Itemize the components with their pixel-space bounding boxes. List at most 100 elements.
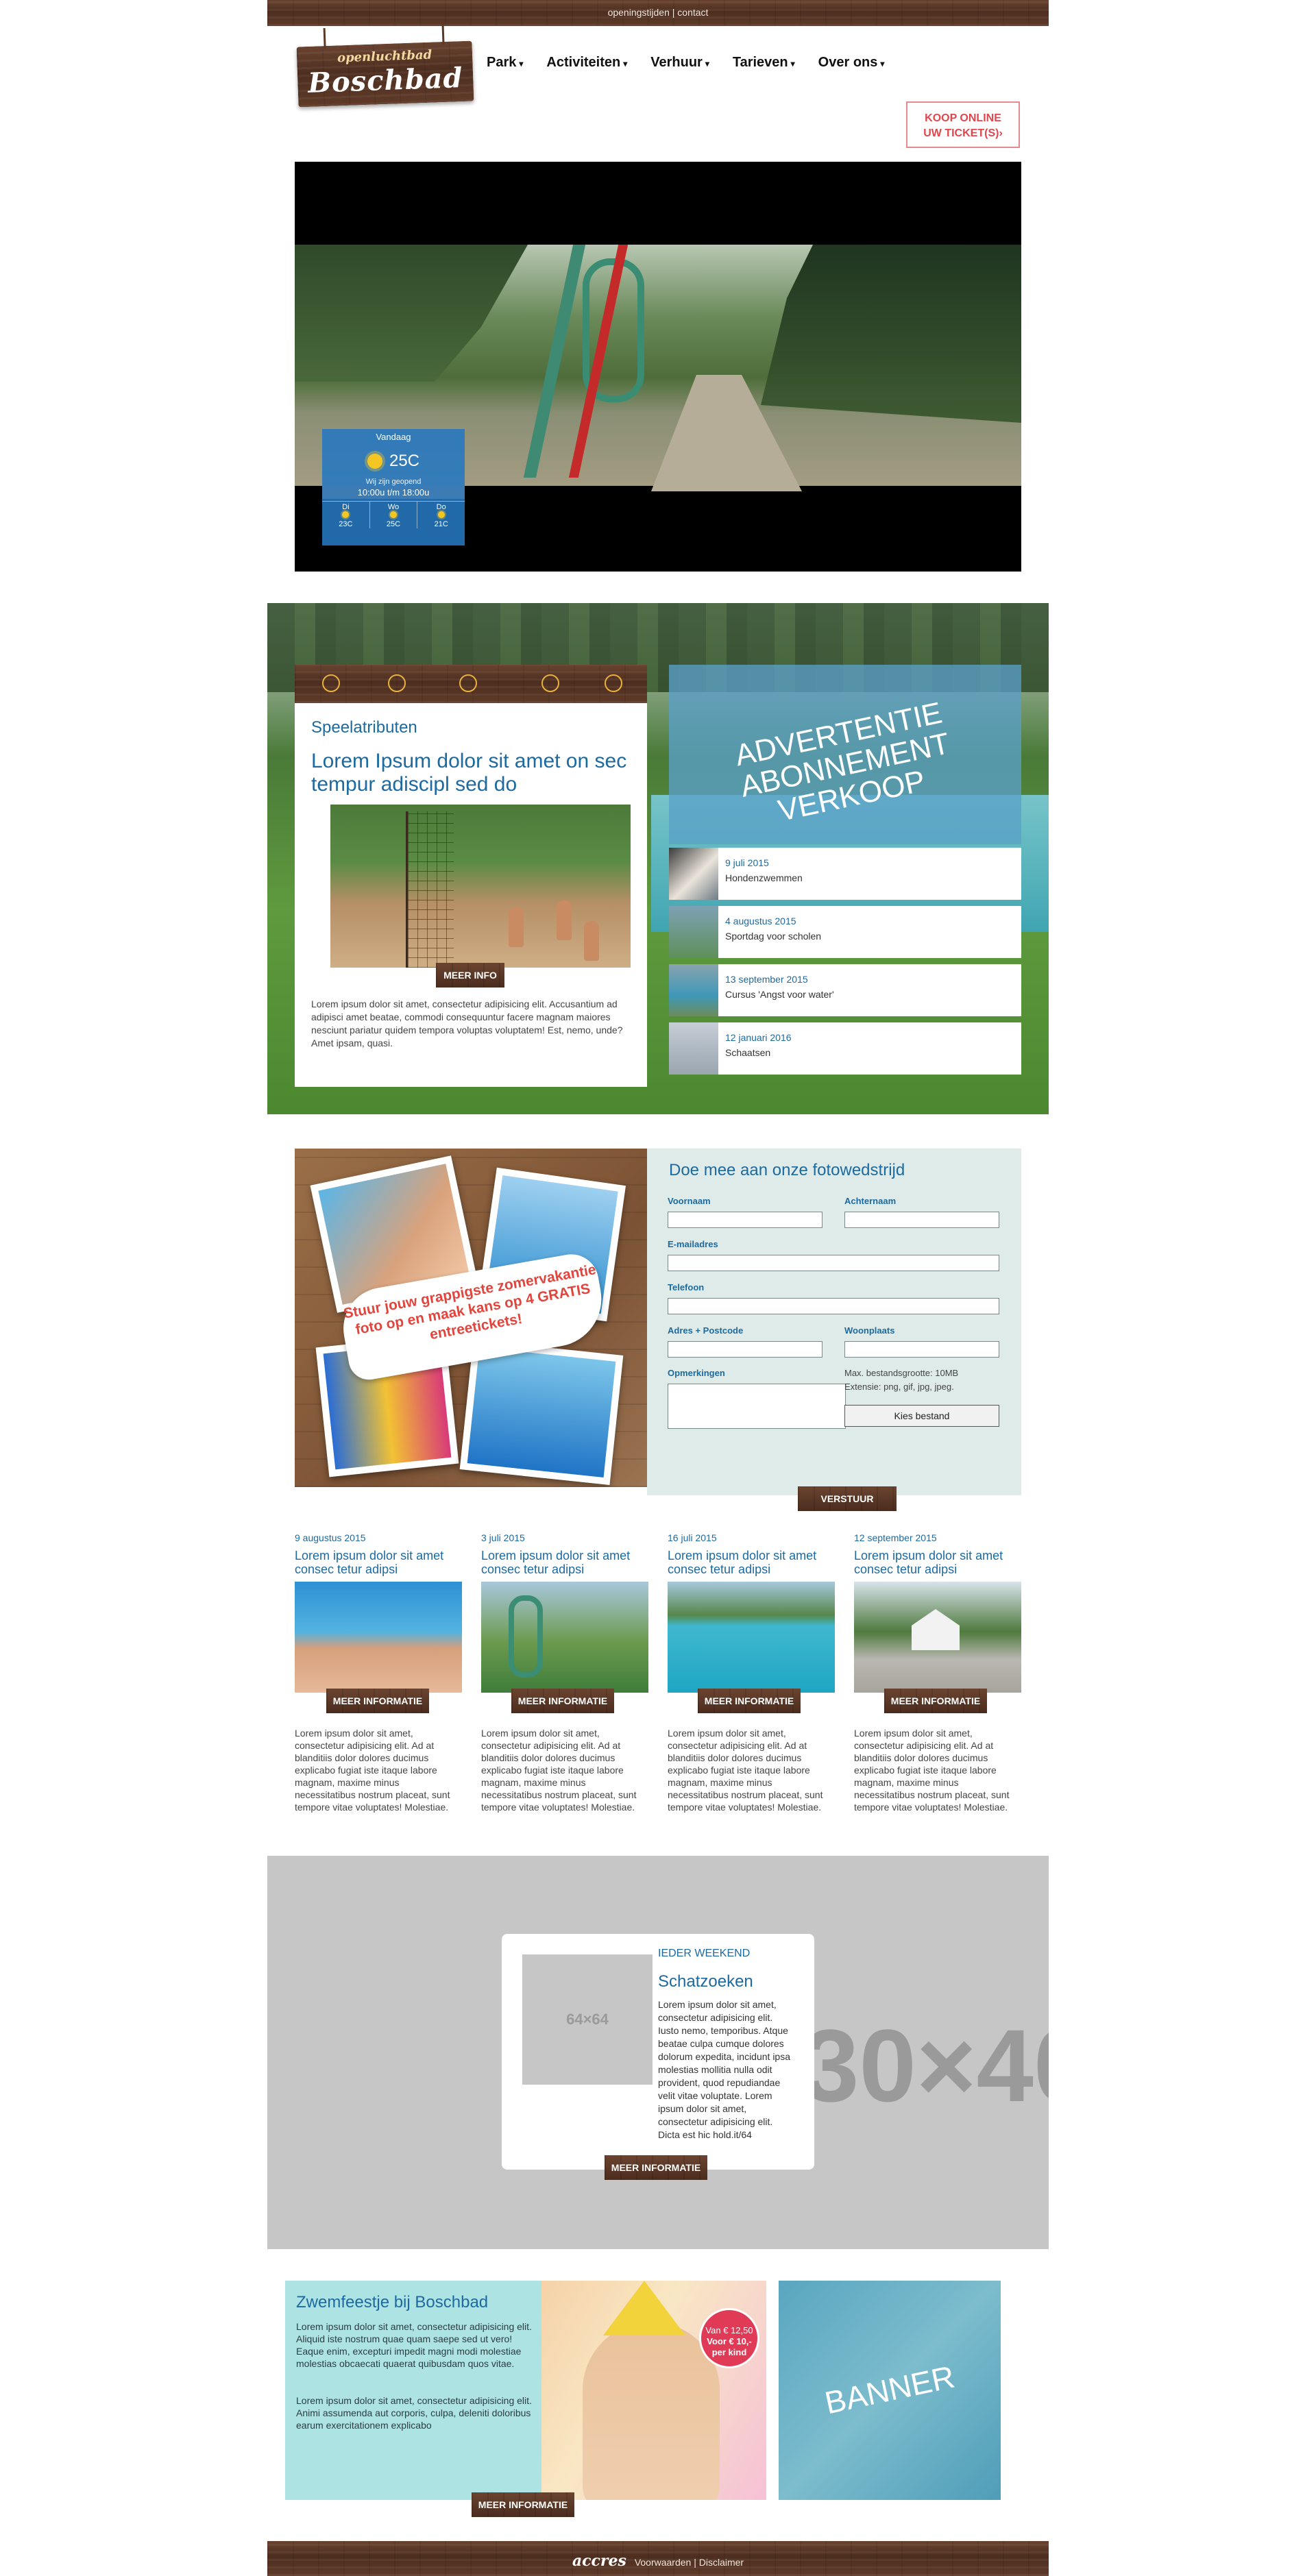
news-image (295, 1582, 462, 1693)
banner-block[interactable]: BANNER (779, 2281, 1001, 2500)
girl-figure (583, 2322, 720, 2500)
news-text: Lorem ipsum dolor sit amet, consectetur … (295, 1728, 450, 1813)
party-title: Zwemfeestje bij Boschbad (296, 2293, 489, 2311)
file-ext-hint: Extensie: png, gif, jpg, jpeg. (844, 1382, 954, 1392)
chevron-down-icon: ▾ (623, 59, 628, 69)
snake-icon[interactable] (388, 674, 406, 692)
lastname-field[interactable] (844, 1212, 999, 1228)
event-item[interactable]: 13 september 2015 Cursus 'Angst voor wat… (669, 964, 1021, 1016)
address-label: Adres + Postcode (668, 1325, 744, 1336)
news-title[interactable]: Lorem ipsum dolor sit amet consec tetur … (481, 1549, 648, 1576)
news-date: 16 juli 2015 (668, 1532, 717, 1543)
firstname-field[interactable] (668, 1212, 822, 1228)
party-text-1: Lorem ipsum dolor sit amet, consectetur … (296, 2321, 532, 2369)
weekend-kicker: IEDER WEEKEND (658, 1948, 751, 1959)
news-title[interactable]: Lorem ipsum dolor sit amet consec tetur … (668, 1549, 835, 1576)
opening-hours-link[interactable]: openingstijden (608, 7, 670, 18)
contact-link[interactable]: contact (677, 7, 708, 18)
trees-left (295, 245, 528, 382)
player-figure (584, 921, 599, 961)
weather-open-label: Wij zijn geopend (365, 478, 422, 486)
sun-icon (342, 511, 350, 518)
nav-item-activiteiten[interactable]: Activiteiten ▾ (546, 55, 627, 71)
nav-item-park[interactable]: Park ▾ (487, 55, 523, 71)
news-item: 16 juli 2015 Lorem ipsum dolor sit amet … (668, 1532, 835, 1813)
nav-item-over-ons[interactable]: Over ons ▾ (818, 55, 885, 71)
more-information-button[interactable]: MEER INFORMATIE (698, 1689, 801, 1713)
address-field[interactable] (668, 1341, 822, 1358)
party-block: Zwemfeestje bij Boschbad Lorem ipsum dol… (285, 2281, 541, 2500)
news-text: Lorem ipsum dolor sit amet, consectetur … (481, 1728, 637, 1813)
logo-rope-right (441, 23, 445, 45)
weather-temp: 25C (389, 452, 420, 470)
main-nav: Park ▾ Activiteiten ▾ Verhuur ▾ Tarieven ▾ O… (487, 55, 884, 71)
lastname-label: Achternaam (844, 1196, 897, 1206)
buy-ticket-line2: UW TICKET(S)› (923, 127, 1003, 139)
more-information-button[interactable]: MEER INFORMATIE (511, 1689, 614, 1713)
choose-file-button[interactable]: Kies bestand (844, 1405, 999, 1427)
event-name: Schaatsen (725, 1047, 771, 1058)
drink-icon[interactable] (541, 674, 559, 692)
forecast-day-name: Wo (387, 503, 400, 511)
nav-item-label: Park (487, 55, 517, 70)
phone-field[interactable] (668, 1298, 999, 1314)
photo-card (459, 1340, 624, 1485)
event-date: 9 juli 2015 (725, 857, 769, 868)
news-item: 9 augustus 2015 Lorem ipsum dolor sit am… (295, 1532, 462, 1813)
nav-item-verhuur[interactable]: Verhuur ▾ (650, 55, 709, 71)
news-title[interactable]: Lorem ipsum dolor sit amet consec tetur … (295, 1549, 462, 1576)
event-thumbnail (669, 906, 718, 958)
logo[interactable]: openluchtbad Boschbad (296, 23, 474, 108)
weather-today-label: Vandaag (376, 432, 411, 442)
umbrella-icon[interactable] (459, 674, 477, 692)
logo-rope-left (323, 28, 326, 49)
phone-label: Telefoon (668, 1282, 705, 1292)
party-image: Van € 12,50 Voor € 10,- per kind (541, 2281, 766, 2500)
logo-title: Boschbad (307, 62, 464, 99)
terms-link[interactable]: Voorwaarden (635, 2557, 692, 2568)
price-unit: per kind (711, 2347, 747, 2357)
volleyball-net (406, 811, 454, 968)
news-title[interactable]: Lorem ipsum dolor sit amet consec tetur … (854, 1549, 1021, 1576)
forecast-day-temp: 25C (386, 520, 401, 528)
event-item[interactable]: 12 januari 2016 Schaatsen (669, 1022, 1021, 1075)
trees-right (761, 245, 1021, 423)
player-figure (557, 900, 572, 940)
submit-button[interactable]: Verstuur (798, 1486, 897, 1511)
player-figure (509, 907, 524, 947)
featured-article: Speelatributen Lorem Ipsum dolor sit ame… (295, 703, 647, 1087)
email-field[interactable] (668, 1255, 999, 1271)
banner-text: BANNER (821, 2358, 958, 2421)
city-field[interactable] (844, 1341, 999, 1358)
waterslide-shape (509, 1595, 543, 1678)
disclaimer-link[interactable]: Disclaimer (699, 2557, 744, 2568)
price-from: Van € 12,50 (705, 2325, 753, 2335)
more-information-button[interactable]: MEER INFORMATIE (472, 2492, 574, 2517)
news-date: 12 september 2015 (854, 1532, 937, 1543)
advert-block[interactable]: ADVERTENTIE ABONNEMENT VERKOOP (669, 665, 1021, 844)
nav-item-tarieven[interactable]: Tarieven ▾ (733, 55, 795, 71)
flame-icon[interactable] (322, 674, 340, 692)
footer-links: accres Voorwaarden | Disclaimer (267, 2552, 1049, 2570)
chevron-down-icon: ▾ (880, 59, 885, 69)
event-thumbnail (669, 964, 718, 1016)
event-item[interactable]: 4 augustus 2015 Sportdag voor scholen (669, 906, 1021, 958)
weekend-text: Lorem ipsum dolor sit amet, consectetur … (658, 1998, 792, 2142)
more-info-button[interactable]: MEER INFO (436, 963, 504, 988)
event-item[interactable]: 9 juli 2015 Hondenzwemmen (669, 848, 1021, 900)
more-information-button[interactable]: MEER INFORMATIE (326, 1689, 429, 1713)
price-badge: Van € 12,50 Voor € 10,- per kind (699, 2308, 759, 2368)
event-name: Sportdag voor scholen (725, 931, 822, 942)
more-information-button[interactable]: MEER INFORMATIE (605, 2155, 707, 2180)
forecast-day: Do 21C (417, 502, 465, 528)
more-information-button[interactable]: MEER INFORMATIE (884, 1689, 987, 1713)
event-thumbnail (669, 848, 718, 900)
remarks-textarea[interactable] (668, 1384, 846, 1429)
page: openingstijden | contact openluchtbad Bo… (0, 0, 1316, 2576)
news-text: Lorem ipsum dolor sit amet, consectetur … (668, 1728, 823, 1813)
article-photo (330, 805, 631, 968)
buy-ticket-button[interactable]: KOOP ONLINE UW TICKET(S)› (906, 101, 1020, 148)
accres-logo[interactable]: accres (572, 2552, 626, 2570)
weekend-card: 64×64 IEDER WEEKEND Schatzoeken Lorem ip… (502, 1934, 814, 2170)
flip-flops-icon[interactable] (605, 674, 622, 692)
